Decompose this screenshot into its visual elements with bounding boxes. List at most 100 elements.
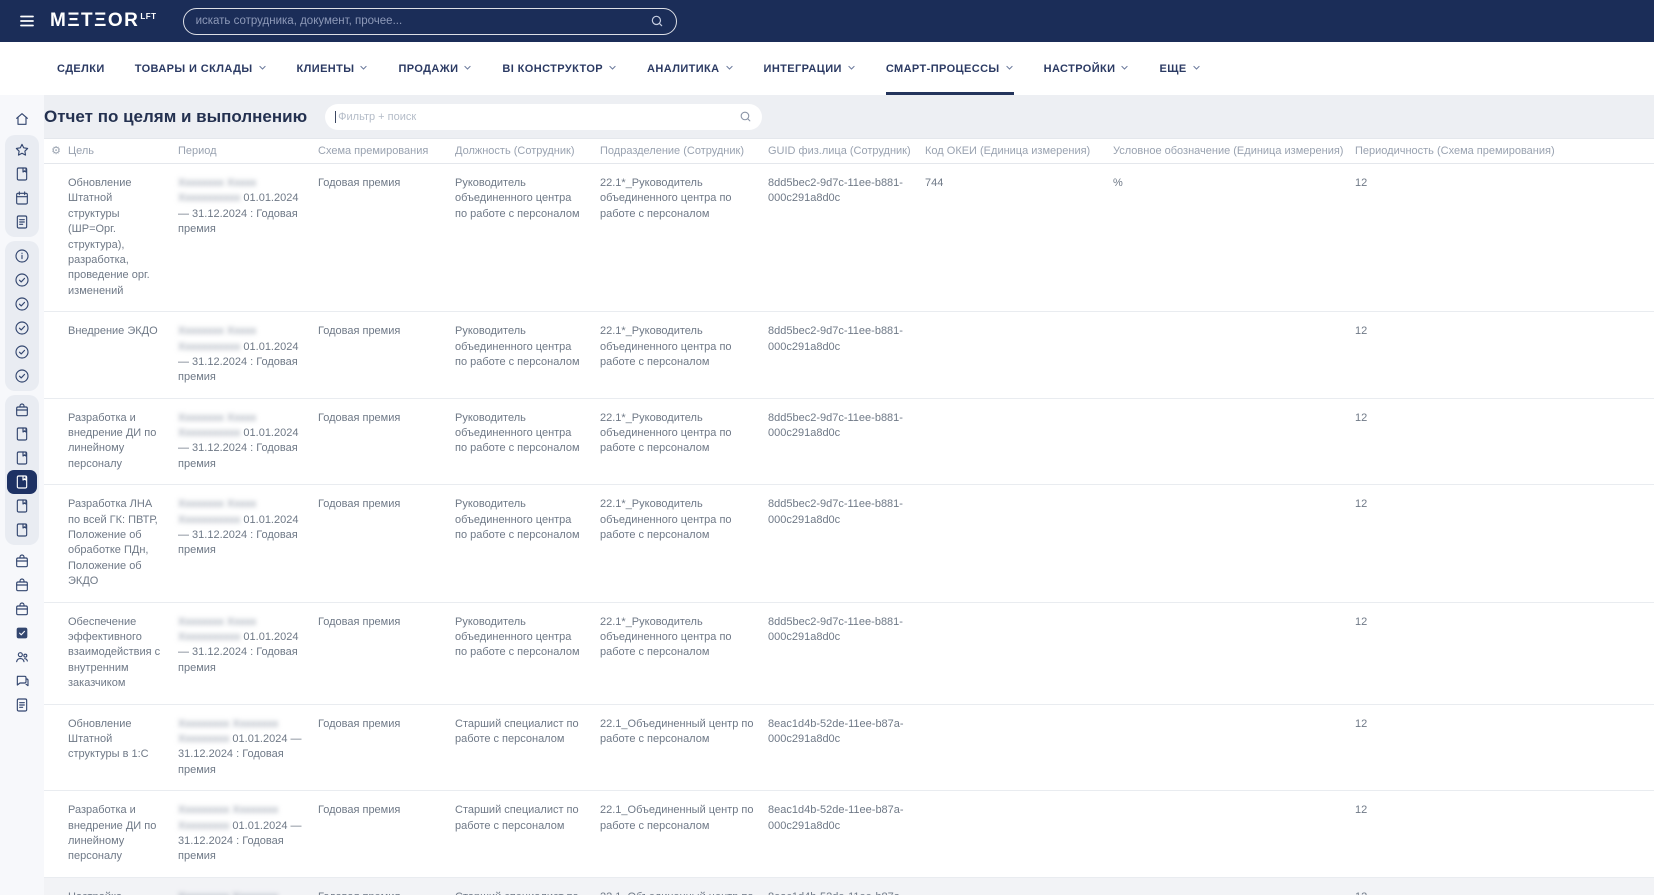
cell-okei-code: [925, 791, 1113, 877]
table-row[interactable]: Обновление Штатной структуры (ШР=Орг. ст…: [44, 164, 1654, 313]
cell-guid: 8eac1d4b-52de-11ee-b87a-000c291a8d0c: [768, 804, 904, 832]
nav-tab-5[interactable]: BI КОНСТРУКТОР: [502, 42, 617, 95]
cell-unit-symbol: %: [1113, 177, 1123, 189]
table-row[interactable]: Разработка и внедрение ДИ по линейному п…: [44, 399, 1654, 486]
box-icon[interactable]: [7, 398, 37, 422]
box-icon[interactable]: [7, 549, 37, 573]
filter-search-input[interactable]: [335, 110, 740, 123]
cell-goal: Внедрение ЭКДО: [68, 325, 158, 338]
home-icon[interactable]: [7, 107, 37, 131]
cell-department: 22.1*_Руководитель объединенного центра …: [600, 498, 732, 542]
users-icon[interactable]: [7, 645, 37, 669]
journal-icon[interactable]: [7, 422, 37, 446]
nav-tab-4[interactable]: ПРОДАЖИ: [398, 42, 472, 95]
cell-okei-code: [925, 603, 1113, 704]
cell-periodicity: 12: [1355, 177, 1368, 189]
table-row[interactable]: Внедрение ЭКДО Хххххххх Ххххх Хххххххххх…: [44, 312, 1654, 399]
journal-icon[interactable]: [7, 494, 37, 518]
check-icon[interactable]: [7, 292, 37, 316]
column-header-2[interactable]: Период: [178, 139, 318, 163]
nav-tab-label: ИНТЕГРАЦИИ: [763, 62, 842, 75]
hamburger-menu-icon[interactable]: [14, 8, 40, 34]
table-row[interactable]: Разработка и внедрение ДИ по линейному п…: [44, 791, 1654, 878]
table-row[interactable]: Обновление Штатной структуры в 1:С Ххххх…: [44, 705, 1654, 792]
nav-tab-6[interactable]: АНАЛИТИКА: [647, 42, 733, 95]
document-icon[interactable]: [7, 210, 37, 234]
top-bar: MΞTΞORLFT: [0, 0, 1654, 42]
table-row[interactable]: Разработка ЛНА по всей ГК: ПВТР, Положен…: [44, 485, 1654, 603]
search-icon: [651, 15, 662, 27]
chat-icon[interactable]: [7, 669, 37, 693]
brand-suffix: LFT: [140, 11, 157, 21]
global-search-input[interactable]: [195, 15, 650, 27]
document-icon[interactable]: [7, 693, 37, 717]
column-header-5[interactable]: Подразделение (Сотрудник): [600, 139, 768, 163]
nav-tab-label: АНАЛИТИКА: [647, 62, 720, 75]
column-header-1[interactable]: Цель: [68, 139, 178, 163]
nav-tab-label: НАСТРОЙКИ: [1043, 62, 1116, 75]
info-icon[interactable]: [7, 244, 37, 268]
cell-bonus-scheme: Годовая премия: [318, 878, 455, 895]
cell-periodicity: 12: [1355, 878, 1654, 895]
nav-tab-10[interactable]: ЕЩЕ: [1159, 42, 1200, 95]
cell-department: 22.1*_Руководитель объединенного центра …: [600, 411, 732, 455]
chevron-down-icon: [608, 63, 617, 75]
column-header-8[interactable]: Условное обозначение (Единица измерения): [1113, 139, 1355, 163]
nav-tab-8[interactable]: СМАРТ-ПРОЦЕССЫ: [885, 42, 1014, 95]
star-icon[interactable]: [7, 138, 37, 162]
box-icon[interactable]: [7, 597, 37, 621]
nav-tab-2[interactable]: ТОВАРЫ И СКЛАДЫ: [135, 42, 267, 95]
table-settings-icon[interactable]: ⚙: [44, 139, 68, 163]
cell-okei-code: [925, 399, 1113, 485]
nav-tab-3[interactable]: КЛИЕНТЫ: [297, 42, 369, 95]
check-icon[interactable]: [7, 340, 37, 364]
cell-goal: Разработка и внедрение ДИ по линейному п…: [68, 411, 157, 470]
cell-position: Старший специалист по работе с персонало…: [455, 878, 600, 895]
calendar-icon[interactable]: [7, 186, 37, 210]
sidebar-group-4: [5, 395, 39, 545]
report-table: ⚙ Цель Период Схема премирования Должность …: [44, 138, 1654, 895]
journal-icon[interactable]: [7, 518, 37, 542]
cell-unit-symbol: [1113, 878, 1355, 895]
column-header-4[interactable]: Должность (Сотрудник): [455, 139, 600, 163]
journal-icon[interactable]: [7, 162, 37, 186]
nav-tab-9[interactable]: НАСТРОЙКИ: [1044, 42, 1130, 95]
box-icon[interactable]: [7, 573, 37, 597]
check-icon[interactable]: [7, 364, 37, 388]
chevron-down-icon: [359, 63, 368, 75]
nav-tab-label: ПРОДАЖИ: [398, 62, 459, 75]
table-row[interactable]: Настройка матрицы согласования по внедря…: [44, 877, 1654, 895]
check-icon[interactable]: [7, 316, 37, 340]
chevron-down-icon: [1192, 63, 1201, 75]
column-header-9[interactable]: Периодичность (Схема премирования): [1355, 139, 1654, 163]
cell-period: Хххххххх Ххххх Ххххххххххх 01.01.2024 — …: [178, 399, 318, 485]
table-row[interactable]: Обеспечение эффективного взаимодействия …: [44, 603, 1654, 705]
check-icon[interactable]: [7, 268, 37, 292]
nav-tab-label: ТОВАРЫ И СКЛАДЫ: [134, 62, 253, 75]
cell-periodicity: 12: [1355, 411, 1368, 424]
tasks-icon[interactable]: [7, 621, 37, 645]
cell-position: Руководитель объединенного центра по раб…: [455, 498, 580, 542]
row-gutter: [44, 705, 68, 791]
cell-position: Старший специалист по работе с персонало…: [455, 804, 579, 832]
cell-goal: Разработка ЛНА по всей ГК: ПВТР, Положен…: [68, 498, 158, 588]
column-header-7[interactable]: Код ОКЕИ (Единица измерения): [925, 139, 1113, 163]
cell-unit-symbol: [1113, 312, 1355, 398]
cell-periodicity: 12: [1355, 615, 1368, 628]
cell-periodicity: 12: [1355, 717, 1368, 730]
journal-icon-active[interactable]: [7, 470, 37, 494]
column-header-3[interactable]: Схема премирования: [318, 139, 455, 163]
cell-bonus-scheme: Годовая премия: [318, 325, 401, 338]
column-header-6[interactable]: GUID физ.лица (Сотрудник): [768, 139, 925, 163]
filter-search: [325, 103, 763, 130]
nav-tab-1[interactable]: СДЕЛКИ: [57, 42, 105, 95]
cell-bonus-scheme: Годовая премия: [318, 615, 401, 628]
cell-guid: 8eac1d4b-52de-11ee-b87a-000c291a8d0c: [768, 717, 904, 745]
cell-bonus-scheme: Годовая премия: [318, 717, 401, 730]
chevron-down-icon: [725, 63, 734, 75]
row-gutter: [44, 485, 68, 601]
nav-tab-label: КЛИЕНТЫ: [296, 62, 355, 75]
journal-icon[interactable]: [7, 446, 37, 470]
page-header: Отчет по целям и выполнению: [44, 95, 1654, 138]
nav-tab-7[interactable]: ИНТЕГРАЦИИ: [764, 42, 856, 95]
